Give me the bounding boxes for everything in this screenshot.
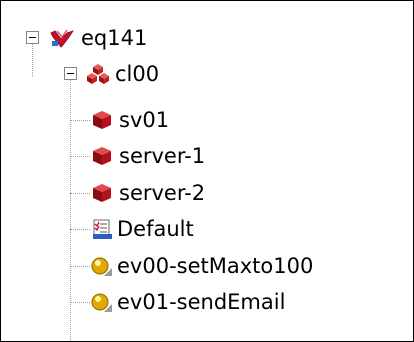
tree-node-server-2[interactable]: server-2 — [91, 175, 205, 211]
tree-node-eq141[interactable]: eq141 — [49, 20, 147, 56]
server-cube-icon — [93, 111, 111, 129]
collapse-toggle-cl00[interactable] — [64, 67, 77, 80]
tree-connector-default — [70, 229, 90, 230]
tree-connector-root — [32, 43, 33, 77]
tree-node-label: server-1 — [119, 143, 206, 168]
tree-connector-server-1 — [70, 156, 90, 157]
cluster-icon — [87, 64, 109, 84]
tree-node-sv01[interactable]: sv01 — [91, 102, 169, 138]
tree-node-label: cl00 — [115, 61, 160, 86]
tree-view: eq141 cl00 sv01 server-1 server-2 Defaul… — [0, 0, 414, 342]
server-cube-icon — [93, 147, 111, 165]
tree-node-label: server-2 — [119, 180, 206, 205]
tree-node-label: Default — [117, 216, 194, 241]
tree-node-ev00[interactable]: ev00-setMaxto100 — [91, 248, 313, 284]
tree-node-label: ev00-setMaxto100 — [117, 253, 314, 278]
equipment-icon — [50, 29, 74, 48]
tree-connector-sv01 — [70, 120, 90, 121]
tree-node-default[interactable]: Default — [91, 211, 194, 247]
tree-node-server-1[interactable]: server-1 — [91, 138, 205, 174]
collapse-toggle-eq141[interactable] — [26, 31, 39, 44]
event-icon — [91, 293, 112, 312]
tree-connector-ev01 — [70, 302, 90, 303]
checklist-icon — [93, 219, 112, 239]
tree-node-ev01[interactable]: ev01-sendEmail — [91, 284, 285, 320]
tree-connector-ev00 — [70, 266, 90, 267]
tree-node-label: eq141 — [81, 25, 148, 50]
event-icon — [91, 257, 112, 276]
tree-node-cl00[interactable]: cl00 — [87, 56, 159, 92]
server-cube-icon — [93, 184, 111, 202]
tree-node-label: sv01 — [119, 107, 170, 132]
tree-node-label: ev01-sendEmail — [117, 289, 286, 314]
tree-connector-server-2 — [70, 193, 90, 194]
